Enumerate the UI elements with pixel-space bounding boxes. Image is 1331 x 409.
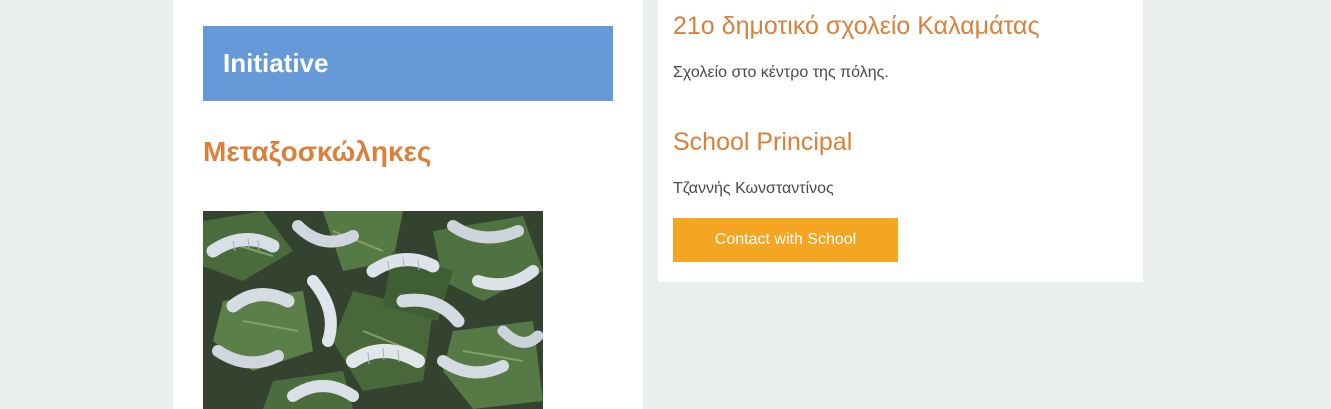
silkworms-photo-icon: [203, 211, 543, 409]
initiative-banner: Initiative: [203, 26, 613, 101]
initiative-title: Initiative: [223, 48, 329, 78]
school-name: 21ο δημοτικό σχολείο Καλαμάτας: [673, 12, 1040, 40]
initiative-panel: Initiative Μεταξοσκώληκες: [173, 0, 643, 409]
school-description: Σχολείο στο κέντρο της πόλης.: [673, 64, 889, 81]
contact-school-button[interactable]: Contact with School: [673, 218, 898, 262]
project-title: Μεταξοσκώληκες: [203, 136, 432, 167]
school-info-panel: 21ο δημοτικό σχολείο Καλαμάτας Σχολείο σ…: [658, 0, 1143, 282]
principal-heading: School Principal: [673, 128, 853, 156]
project-image: [203, 211, 543, 409]
principal-name: Τζαννής Κωνσταντίνος: [673, 180, 834, 197]
